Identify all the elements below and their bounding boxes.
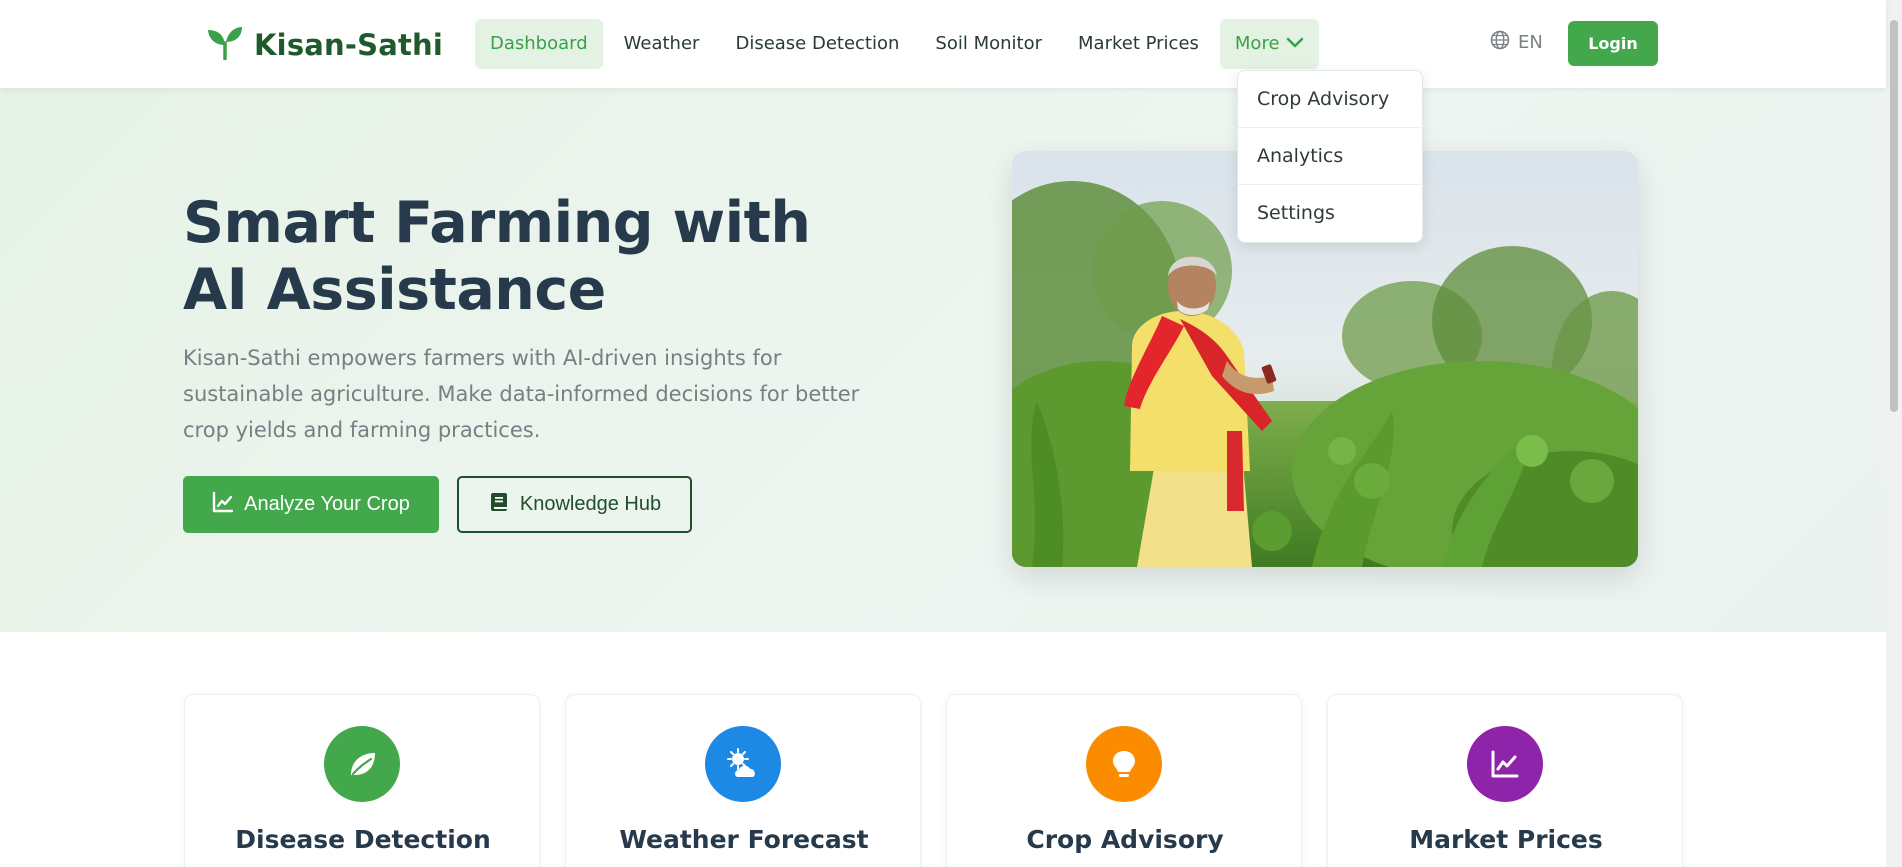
analyze-crop-label: Analyze Your Crop bbox=[244, 493, 410, 515]
feature-card-crop-advisory[interactable]: Crop Advisory bbox=[946, 694, 1302, 867]
language-selector[interactable]: EN bbox=[1490, 30, 1543, 55]
brand-logo[interactable]: Kisan-Sathi bbox=[206, 26, 443, 64]
dropdown-item-settings[interactable]: Settings bbox=[1238, 185, 1422, 242]
knowledge-hub-button[interactable]: Knowledge Hub bbox=[457, 476, 692, 533]
top-navbar: Kisan-Sathi Dashboard Weather Disease De… bbox=[0, 0, 1886, 88]
nav-item-weather[interactable]: Weather bbox=[609, 19, 715, 69]
hero-subtitle: Kisan-Sathi empowers farmers with AI-dri… bbox=[183, 346, 860, 442]
language-label: EN bbox=[1518, 32, 1543, 53]
login-button[interactable]: Login bbox=[1568, 21, 1658, 66]
feature-title: Crop Advisory bbox=[1026, 825, 1224, 854]
dropdown-item-crop-advisory[interactable]: Crop Advisory bbox=[1238, 71, 1422, 128]
feature-title: Weather Forecast bbox=[619, 825, 869, 854]
hero-section: Smart Farming with AI Assistance Kisan-S… bbox=[0, 88, 1886, 632]
sun-cloud-icon bbox=[705, 726, 781, 802]
sprout-icon bbox=[206, 26, 244, 64]
chart-line-icon bbox=[212, 491, 234, 519]
dropdown-item-analytics[interactable]: Analytics bbox=[1238, 128, 1422, 185]
globe-icon bbox=[1490, 30, 1510, 55]
leaf-icon bbox=[324, 726, 400, 802]
nav-item-dashboard[interactable]: Dashboard bbox=[475, 19, 603, 69]
nav-item-disease-detection[interactable]: Disease Detection bbox=[720, 19, 914, 69]
feature-title: Market Prices bbox=[1409, 825, 1603, 854]
chart-line-icon bbox=[1467, 726, 1543, 802]
hero-title: Smart Farming with AI Assistance bbox=[183, 190, 811, 323]
nav-more-label: More bbox=[1234, 33, 1280, 54]
nav-item-market-prices[interactable]: Market Prices bbox=[1063, 19, 1214, 69]
page-scrollbar[interactable] bbox=[1886, 0, 1902, 867]
analyze-crop-button[interactable]: Analyze Your Crop bbox=[183, 476, 439, 533]
page: Kisan-Sathi Dashboard Weather Disease De… bbox=[0, 0, 1902, 867]
feature-title: Disease Detection bbox=[235, 825, 491, 854]
knowledge-hub-label: Knowledge Hub bbox=[519, 493, 662, 515]
chevron-down-icon bbox=[1286, 19, 1304, 69]
nav-item-soil-monitor[interactable]: Soil Monitor bbox=[920, 19, 1057, 69]
brand-name: Kisan-Sathi bbox=[254, 28, 444, 62]
feature-card-weather-forecast[interactable]: Weather Forecast bbox=[565, 694, 921, 867]
main-nav: Dashboard Weather Disease Detection Soil… bbox=[475, 19, 1319, 69]
nav-more-button[interactable]: More bbox=[1219, 19, 1319, 69]
book-icon bbox=[488, 491, 510, 519]
more-dropdown-menu: Crop Advisory Analytics Settings bbox=[1237, 70, 1423, 243]
feature-card-disease-detection[interactable]: Disease Detection bbox=[184, 694, 540, 867]
feature-card-market-prices[interactable]: Market Prices bbox=[1327, 694, 1683, 867]
lightbulb-icon bbox=[1086, 726, 1162, 802]
scrollbar-thumb[interactable] bbox=[1890, 20, 1898, 412]
